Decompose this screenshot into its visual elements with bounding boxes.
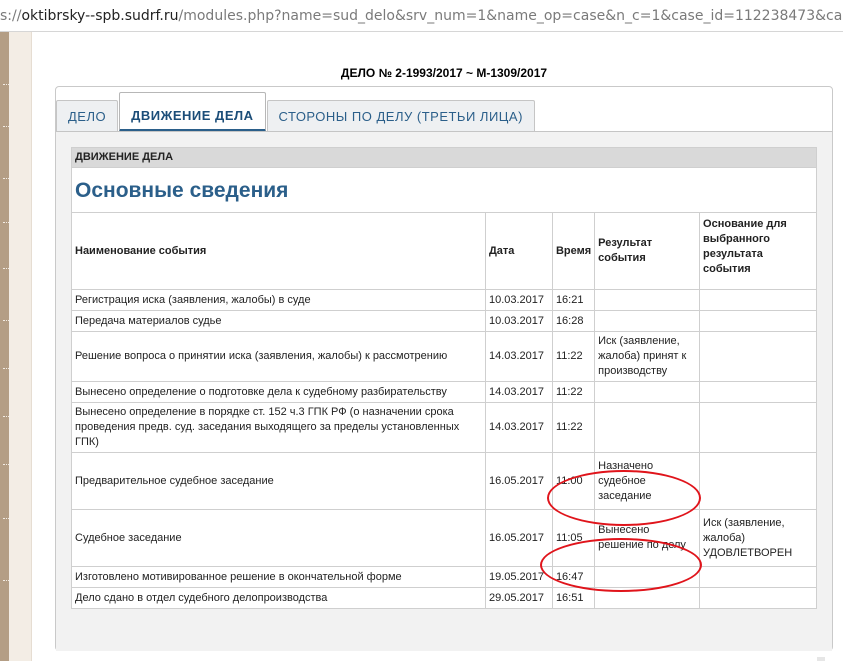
header-basis: Основание для выбранного результата собы… <box>699 212 817 290</box>
event-date: 14.03.2017 <box>484 331 553 382</box>
header-event-name: Наименование события <box>71 212 486 290</box>
tab-case-movement[interactable]: ДВИЖЕНИЕ ДЕЛА <box>119 92 266 132</box>
header-date: Дата <box>484 212 553 290</box>
header-time: Время <box>551 212 596 290</box>
event-result <box>594 587 701 609</box>
case-tabs: ДЕЛО ДВИЖЕНИЕ ДЕЛА СТОРОНЫ ПО ДЕЛУ (ТРЕТ… <box>56 92 536 132</box>
section-label: ДВИЖЕНИЕ ДЕЛА <box>71 147 817 168</box>
section-heading: Основные сведения <box>71 167 817 213</box>
event-result: Назначено судебное заседание <box>594 452 701 510</box>
event-name: Дело сдано в отдел судебного делопроизво… <box>71 587 486 609</box>
url-host: oktibrsky--spb.sudrf.ru <box>21 8 179 24</box>
event-time: 11:22 <box>551 331 596 382</box>
left-sidebar-decoration <box>0 32 9 661</box>
event-result <box>594 381 701 403</box>
event-result <box>594 566 701 588</box>
event-name: Вынесено определение в порядке ст. 152 ч… <box>71 402 486 453</box>
event-time: 11:05 <box>551 509 596 567</box>
event-result <box>594 402 701 453</box>
event-basis: Иск (заявление, жалоба) УДОВЛЕТВОРЕН <box>699 509 817 567</box>
event-name: Передача материалов судье <box>71 310 486 332</box>
event-basis <box>699 331 817 382</box>
event-time: 16:28 <box>551 310 596 332</box>
event-basis <box>699 402 817 453</box>
event-time: 16:21 <box>551 289 596 311</box>
event-date: 16.05.2017 <box>484 509 553 567</box>
event-date: 29.05.2017 <box>484 587 553 609</box>
table-row: Предварительное судебное заседание 16.05… <box>71 452 817 510</box>
url-prefix: s:// <box>0 8 22 24</box>
event-result <box>594 289 701 311</box>
event-date: 19.05.2017 <box>484 566 553 588</box>
event-time: 16:47 <box>551 566 596 588</box>
event-basis <box>699 587 817 609</box>
event-time: 11:00 <box>551 452 596 510</box>
event-result <box>594 310 701 332</box>
event-basis <box>699 452 817 510</box>
event-date: 10.03.2017 <box>484 310 553 332</box>
left-sidebar-strip <box>9 32 32 661</box>
event-result: Вынесено решение по делу <box>594 509 701 567</box>
table-row: Дело сдано в отдел судебного делопроизво… <box>71 587 817 609</box>
event-date: 16.05.2017 <box>484 452 553 510</box>
table-row: Решение вопроса о принятии иска (заявлен… <box>71 331 817 382</box>
event-result: Иск (заявление, жалоба) принят к произво… <box>594 331 701 382</box>
table-row: Регистрация иска (заявления, жалобы) в с… <box>71 289 817 311</box>
event-basis <box>699 310 817 332</box>
event-basis <box>699 566 817 588</box>
event-name: Изготовлено мотивированное решение в око… <box>71 566 486 588</box>
event-date: 14.03.2017 <box>484 381 553 403</box>
event-basis <box>699 381 817 403</box>
address-bar[interactable]: s://oktibrsky--spb.sudrf.ru/modules.php?… <box>0 0 843 32</box>
event-name: Предварительное судебное заседание <box>71 452 486 510</box>
event-date: 10.03.2017 <box>484 289 553 311</box>
tab-case[interactable]: ДЕЛО <box>56 100 119 132</box>
event-time: 11:22 <box>551 381 596 403</box>
event-name: Вынесено определение о подготовке дела к… <box>71 381 486 403</box>
tab-parties[interactable]: СТОРОНЫ ПО ДЕЛУ (ТРЕТЬИ ЛИЦА) <box>266 100 535 132</box>
table-row: Передача материалов судье 10.03.2017 16:… <box>71 310 817 332</box>
event-basis <box>699 289 817 311</box>
event-date: 14.03.2017 <box>484 402 553 453</box>
event-name: Решение вопроса о принятии иска (заявлен… <box>71 331 486 382</box>
case-title: ДЕЛО № 2-1993/2017 ~ М-1309/2017 <box>340 66 548 80</box>
table-row: Вынесено определение в порядке ст. 152 ч… <box>71 402 817 453</box>
table-row: Вынесено определение о подготовке дела к… <box>71 381 817 403</box>
event-name: Судебное заседание <box>71 509 486 567</box>
scrollbar-corner <box>817 657 825 661</box>
url-path: /modules.php?name=sud_delo&srv_num=1&nam… <box>178 8 843 24</box>
event-name: Регистрация иска (заявления, жалобы) в с… <box>71 289 486 311</box>
case-events-table: ДВИЖЕНИЕ ДЕЛА Основные сведения Наименов… <box>71 147 817 609</box>
table-row: Судебное заседание 16.05.2017 11:05 Выне… <box>71 509 817 567</box>
event-time: 16:51 <box>551 587 596 609</box>
table-row: Изготовлено мотивированное решение в око… <box>71 566 817 588</box>
event-time: 11:22 <box>551 402 596 453</box>
header-result: Результат события <box>594 212 701 290</box>
